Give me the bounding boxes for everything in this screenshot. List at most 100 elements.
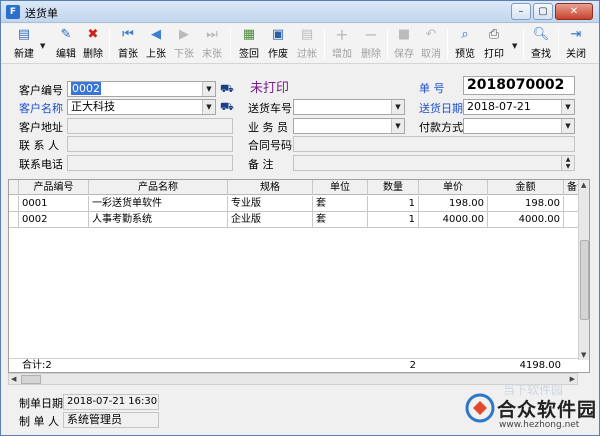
order-no-label: 单 号 (419, 82, 445, 95)
previous-record-button[interactable]: ◀ 上张 (141, 27, 171, 61)
find-button[interactable]: 🔍︎ 查找 (526, 27, 556, 61)
customer-name-label: 客户名称 (19, 102, 63, 115)
watermark-logo-icon (465, 393, 495, 423)
order-number-field[interactable]: 2018070002 (463, 76, 575, 95)
column-header[interactable]: 产品名称 (89, 180, 228, 195)
row-selector[interactable] (9, 212, 19, 228)
items-grid[interactable]: 产品编号 产品名称 规格 单位 数量 单价 金额 备注 0001 一彩送货单软件… (8, 179, 590, 373)
chevron-down-icon[interactable]: ▼ (561, 100, 574, 114)
cancel-button[interactable]: ↶ 取消 (416, 27, 446, 61)
chevron-down-icon[interactable]: ▼ (202, 100, 215, 114)
table-cell[interactable] (564, 196, 579, 212)
table-cell[interactable]: 企业版 (228, 212, 313, 228)
salesman-combo[interactable]: ▼ (293, 118, 405, 134)
table-cell[interactable]: 198.00 (488, 196, 564, 212)
new-button[interactable]: ▤ 新建 (9, 27, 39, 61)
customer-address-field[interactable] (67, 118, 233, 134)
delivery-date-label: 送货日期 (419, 102, 463, 115)
remove-row-button[interactable]: − 删除 (356, 27, 386, 61)
first-record-icon: ⏮ (122, 27, 134, 42)
created-date-label: 制单日期 (19, 397, 63, 410)
add-row-button[interactable]: + 增加 (327, 27, 357, 61)
close-window-button[interactable]: ✕ (555, 3, 593, 20)
table-cell[interactable]: 一彩送货单软件 (89, 196, 228, 212)
truck-lookup-icon[interactable]: ⛟ (220, 101, 234, 113)
table-row[interactable]: 0001 一彩送货单软件 专业版 套 1 198.00 198.00 (9, 196, 579, 212)
vertical-scrollbar[interactable]: ▲ ▼ (578, 180, 589, 360)
truck-lookup-icon[interactable]: ⛟ (220, 83, 234, 95)
sign-back-icon: ▦ (242, 27, 256, 42)
chevron-down-icon[interactable]: ▼ (391, 119, 404, 133)
table-cell[interactable]: 4000.00 (419, 212, 488, 228)
table-cell[interactable]: 0002 (19, 212, 89, 228)
column-header[interactable]: 数量 (368, 180, 419, 195)
spinner-icon[interactable]: ▲ ▼ (561, 156, 574, 170)
contact-field[interactable] (67, 136, 233, 152)
horizontal-scroll-thumb[interactable] (21, 375, 41, 384)
close-button[interactable]: ⇥ 关闭 (561, 27, 591, 61)
total-count-label: 合计:2 (22, 360, 52, 371)
chevron-down-icon[interactable]: ▼ (391, 100, 404, 114)
table-cell[interactable]: 套 (313, 196, 368, 212)
vehicle-combo[interactable]: ▼ (293, 99, 405, 115)
print-dropdown-arrow-icon[interactable]: ▼ (512, 42, 517, 50)
column-header[interactable]: 产品编号 (19, 180, 89, 195)
column-header[interactable]: 单价 (419, 180, 488, 195)
title-bar: F 送货单 – ▢ ✕ (1, 1, 599, 23)
toolbar-separator (230, 29, 231, 59)
edit-button[interactable]: ✎ 编辑 (51, 27, 81, 61)
table-cell[interactable]: 1 (368, 212, 419, 228)
print-button[interactable]: ⎙ 打印 (479, 27, 509, 61)
customer-name-combo[interactable]: 正大科技 ▼ (67, 99, 216, 115)
chevron-down-icon[interactable]: ▼ (202, 82, 215, 96)
table-cell[interactable]: 198.00 (419, 196, 488, 212)
void-button[interactable]: ▣ 作废 (263, 27, 293, 61)
delivery-date-picker[interactable]: 2018-07-21 ▼ (463, 99, 575, 115)
last-record-button[interactable]: ⏭ 末张 (197, 27, 227, 61)
app-logo-icon: F (6, 5, 20, 19)
table-cell[interactable] (564, 212, 579, 228)
remark-field[interactable]: ▲ ▼ (293, 155, 575, 171)
table-cell[interactable]: 0001 (19, 196, 89, 212)
table-cell[interactable]: 1 (368, 196, 419, 212)
toolbar-separator (558, 29, 559, 59)
minimize-button[interactable]: – (511, 3, 531, 20)
delivery-date-value: 2018-07-21 (467, 100, 531, 113)
preview-icon: ⌕ (461, 27, 469, 42)
chevron-down-icon[interactable]: ▼ (561, 119, 574, 133)
scroll-up-arrow-icon[interactable]: ▲ (581, 181, 586, 189)
plus-icon: + (335, 25, 349, 44)
toolbar-separator (523, 29, 524, 59)
new-dropdown-arrow-icon[interactable]: ▼ (40, 42, 45, 50)
payment-method-combo[interactable]: ▼ (463, 118, 575, 134)
first-record-button[interactable]: ⏮ 首张 (113, 27, 143, 61)
toolbar-separator (324, 29, 325, 59)
table-cell[interactable]: 套 (313, 212, 368, 228)
table-cell[interactable]: 人事考勤系统 (89, 212, 228, 228)
customer-code-combo[interactable]: 0002 ▼ (67, 81, 216, 97)
column-header[interactable]: 金额 (488, 180, 564, 195)
contract-field[interactable] (293, 136, 575, 152)
table-row[interactable]: 0002 人事考勤系统 企业版 套 1 4000.00 4000.00 (9, 212, 579, 228)
save-button[interactable]: ■ 保存 (389, 27, 419, 61)
next-icon: ▶ (179, 27, 189, 42)
table-cell[interactable]: 专业版 (228, 196, 313, 212)
row-selector[interactable] (9, 196, 19, 212)
preview-button[interactable]: ⌕ 预览 (450, 27, 480, 61)
salesman-label: 业 务 员 (248, 121, 288, 134)
scroll-left-arrow-icon[interactable]: ◀ (11, 375, 16, 383)
vertical-scroll-thumb[interactable] (580, 240, 589, 320)
toolbar: ▤ 新建 ▼ ✎ 编辑 ✖ 删除 ⏮ 首张 ◀ 上张 ▶ 下张 ⏭ 末张 ▦ 签… (1, 24, 599, 64)
phone-field[interactable] (67, 155, 233, 171)
next-record-button[interactable]: ▶ 下张 (169, 27, 199, 61)
table-cell[interactable]: 4000.00 (488, 212, 564, 228)
delete-button[interactable]: ✖ 删除 (78, 27, 108, 61)
sign-back-button[interactable]: ▦ 签回 (234, 27, 264, 61)
post-button[interactable]: ▤ 过帐 (292, 27, 322, 61)
maximize-button[interactable]: ▢ (533, 3, 553, 20)
column-header[interactable]: 单位 (313, 180, 368, 195)
scroll-down-arrow-icon[interactable]: ▼ (581, 351, 586, 359)
column-header[interactable]: 规格 (228, 180, 313, 195)
post-icon: ▤ (300, 27, 314, 42)
site-watermark: 当下软件园 合众软件园 www.hezhong.net (463, 381, 600, 436)
